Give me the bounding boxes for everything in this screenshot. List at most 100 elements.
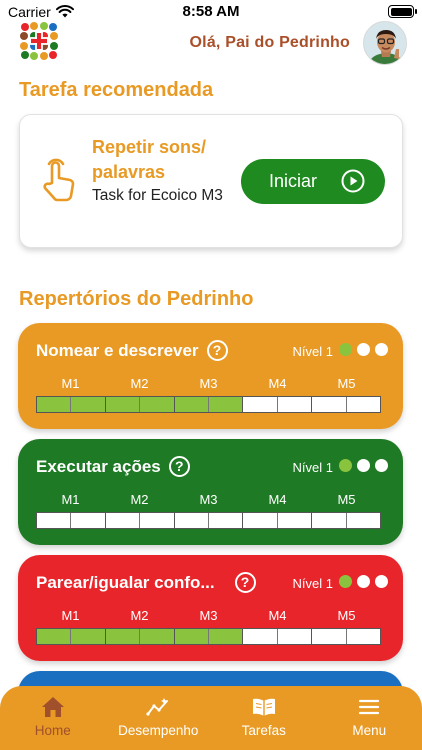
level-indicator (339, 459, 388, 472)
progress-segment (243, 513, 278, 528)
level-label: Nível 1 (292, 344, 333, 359)
repertoire-title: Executar ações? (36, 455, 190, 477)
repertoire-title: Parear/igualar confo...? (36, 571, 256, 593)
app-logo (20, 22, 58, 60)
menu-icon (359, 699, 380, 715)
start-button-label: Iniciar (269, 171, 318, 191)
tab-performance[interactable]: Desempenho (106, 686, 212, 750)
level-dot (339, 459, 352, 472)
milestone-label: M5 (337, 492, 356, 507)
progress-segment (243, 397, 278, 412)
clock: 8:58 AM (182, 3, 240, 20)
tab-tasks[interactable]: Tarefas (211, 686, 317, 750)
recommended-task-card[interactable]: Repetir sons/ palavras Task for Ecoico M… (19, 114, 403, 248)
progress-segment (174, 513, 210, 528)
progress-bar (36, 512, 381, 529)
recommended-task-title: Repetir sons/ palavras (92, 137, 207, 182)
progress-segment (174, 629, 210, 644)
progress-segment (71, 629, 106, 644)
progress-segment (346, 397, 381, 412)
book-icon (252, 698, 275, 716)
greeting-text: Olá, Pai do Pedrinho (189, 34, 350, 51)
status-bar: Carrier 8:58 AM (0, 0, 422, 24)
progress-segment (71, 397, 106, 412)
repertoire-card[interactable]: Executar ações? Nível 1 M1 M2 M3 M4 M5 (18, 439, 403, 545)
level-dot (357, 343, 370, 356)
milestone-label: M4 (268, 608, 287, 623)
progress-segment (140, 397, 175, 412)
progress-segment (140, 513, 175, 528)
progress-segment (37, 513, 72, 528)
milestone-label: M4 (268, 492, 287, 507)
progress-segment (105, 513, 141, 528)
level-dot (375, 459, 388, 472)
progress-segment (37, 397, 72, 412)
milestone-label: M2 (130, 376, 149, 391)
progress-segment (277, 397, 313, 412)
milestone-label: M2 (130, 492, 149, 507)
progress-segment (174, 397, 210, 412)
repertoires-section-title: Repertórios do Pedrinho (19, 288, 254, 310)
milestone-label: M4 (268, 376, 287, 391)
repertoire-card[interactable]: Parear/igualar confo...? Nível 1 M1 M2 M3 M… (18, 555, 403, 661)
avatar[interactable] (363, 21, 407, 65)
tab-label: Desempenho (118, 723, 199, 738)
recommended-task-subtitle: Task for Ecoico M3 (92, 187, 223, 204)
milestone-label: M1 (61, 376, 80, 391)
level-dot (357, 575, 370, 588)
progress-segment (346, 629, 381, 644)
milestone-label: M3 (199, 608, 218, 623)
progress-segment (105, 397, 141, 412)
help-icon[interactable]: ? (168, 455, 190, 477)
progress-segment (71, 513, 106, 528)
milestone-label: M5 (337, 376, 356, 391)
progress-bar (36, 396, 381, 413)
help-icon[interactable]: ? (206, 339, 228, 361)
level-dot (339, 575, 352, 588)
progress-segment (37, 629, 72, 644)
avatar-image (364, 22, 406, 64)
milestone-label: M3 (199, 492, 218, 507)
home-icon (41, 697, 64, 717)
milestone-labels: M1 M2 M3 M4 M5 (36, 608, 381, 623)
level-dot (375, 343, 388, 356)
tab-menu[interactable]: Menu (317, 686, 422, 750)
level-label: Nível 1 (292, 576, 333, 591)
level-dot (375, 575, 388, 588)
progress-segment (277, 513, 313, 528)
progress-segment (277, 629, 313, 644)
milestone-labels: M1 M2 M3 M4 M5 (36, 376, 381, 391)
tap-gesture-icon (43, 158, 75, 202)
battery-icon (388, 5, 417, 18)
tab-bar: Home Desempenho Tarefas Menu (0, 686, 422, 750)
progress-segment (312, 397, 347, 412)
tab-home[interactable]: Home (0, 686, 106, 750)
progress-segment (312, 513, 347, 528)
progress-segment (209, 397, 244, 412)
milestone-label: M2 (130, 608, 149, 623)
tab-label: Tarefas (241, 723, 286, 738)
tab-label: Menu (352, 723, 387, 738)
progress-segment (140, 629, 175, 644)
milestone-label: M5 (337, 608, 356, 623)
level-indicator (339, 343, 388, 356)
milestone-label: M1 (61, 608, 80, 623)
start-button[interactable]: Iniciar (241, 159, 385, 204)
progress-segment (209, 629, 244, 644)
progress-segment (105, 629, 141, 644)
help-icon[interactable]: ? (234, 571, 256, 593)
progress-segment (243, 629, 278, 644)
chart-icon (146, 698, 169, 716)
recommended-section-title: Tarefa recomendada (19, 79, 214, 101)
tab-label: Home (34, 723, 71, 738)
progress-segment (312, 629, 347, 644)
repertoire-card[interactable]: Nomear e descrever? Nível 1 M1 M2 M3 M4 M5 (18, 323, 403, 429)
level-dot (339, 343, 352, 356)
progress-segment (209, 513, 244, 528)
play-circle-icon (341, 169, 365, 193)
level-label: Nível 1 (292, 460, 333, 475)
level-indicator (339, 575, 388, 588)
repertoire-title: Nomear e descrever? (36, 339, 228, 361)
progress-segment (346, 513, 381, 528)
progress-bar (36, 628, 381, 645)
